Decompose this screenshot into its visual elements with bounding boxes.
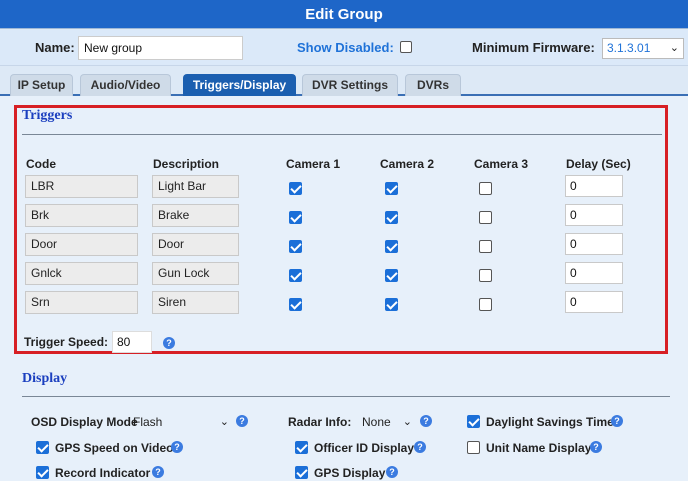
camera-3-checkbox[interactable] — [479, 298, 492, 311]
dialog-title: Edit Group — [0, 0, 688, 29]
daylight-savings-checkbox[interactable] — [467, 415, 480, 428]
min-firmware-value: 3.1.3.01 — [607, 41, 651, 55]
osd-display-mode-select[interactable]: Flash ⌄ — [132, 413, 230, 432]
camera-1-checkbox[interactable] — [289, 269, 302, 282]
osd-display-mode-label: OSD Display Mode — [31, 415, 138, 429]
help-icon[interactable]: ? — [420, 415, 432, 427]
radar-info-value: None — [362, 415, 391, 429]
gps-display-checkbox[interactable] — [295, 466, 308, 479]
delay-input[interactable]: 0 — [565, 291, 623, 313]
trigger-description-field: Light Bar — [152, 175, 239, 198]
help-icon[interactable]: ? — [236, 415, 248, 427]
name-label: Name: — [35, 40, 75, 55]
trigger-description-field: Siren — [152, 291, 239, 314]
chevron-down-icon: ⌄ — [219, 416, 229, 428]
trigger-speed-input[interactable]: 80 — [112, 331, 152, 353]
camera-3-checkbox[interactable] — [479, 269, 492, 282]
triggers-highlight-box — [14, 105, 668, 354]
trigger-code-field: Door — [25, 233, 138, 256]
min-firmware-label: Minimum Firmware: — [472, 40, 595, 55]
record-indicator-label: Record Indicator — [55, 466, 151, 480]
col-camera-3: Camera 3 — [474, 157, 529, 171]
col-delay: Delay (Sec) — [566, 157, 631, 171]
show-disabled-checkbox[interactable] — [399, 41, 412, 53]
col-camera-2: Camera 2 — [380, 157, 435, 171]
group-header-row: Name: Show Disabled: Minimum Firmware: 3… — [0, 30, 688, 66]
officer-id-label: Officer ID Display — [314, 441, 415, 455]
camera-2-checkbox[interactable] — [385, 211, 398, 224]
trigger-code-field: Srn — [25, 291, 138, 314]
camera-2-checkbox[interactable] — [385, 182, 398, 195]
tab-dvr-settings[interactable]: DVR Settings — [302, 74, 398, 96]
show-disabled-label: Show Disabled: — [297, 40, 394, 55]
camera-3-checkbox[interactable] — [479, 182, 492, 195]
tab-triggers-display[interactable]: Triggers/Display — [183, 74, 296, 96]
min-firmware-select[interactable]: 3.1.3.01 ⌄ — [602, 38, 684, 59]
col-description: Description — [153, 157, 220, 171]
camera-1-checkbox[interactable] — [289, 182, 302, 195]
display-section-title: Display — [22, 371, 68, 386]
radar-info-select[interactable]: None ⌄ — [361, 413, 413, 432]
daylight-savings-label: Daylight Savings Time — [486, 415, 614, 429]
gps-speed-checkbox[interactable] — [36, 441, 49, 454]
help-icon[interactable]: ? — [163, 337, 175, 349]
camera-3-checkbox[interactable] — [479, 240, 492, 253]
help-icon[interactable]: ? — [171, 441, 183, 453]
camera-2-checkbox[interactable] — [385, 298, 398, 311]
tab-audio-video[interactable]: Audio/Video — [80, 74, 171, 96]
chevron-down-icon: ⌄ — [669, 42, 679, 54]
delay-input[interactable]: 0 — [565, 262, 623, 284]
gps-speed-label: GPS Speed on Video — [55, 441, 174, 455]
radar-info-label: Radar Info: — [288, 415, 352, 429]
camera-1-checkbox[interactable] — [289, 211, 302, 224]
col-code: Code — [26, 157, 56, 171]
unit-name-label: Unit Name Display — [486, 441, 592, 455]
trigger-description-field: Brake — [152, 204, 239, 227]
camera-3-checkbox[interactable] — [479, 211, 492, 224]
officer-id-checkbox[interactable] — [295, 441, 308, 454]
name-input[interactable] — [78, 36, 243, 60]
trigger-speed-label: Trigger Speed: — [24, 335, 109, 349]
delay-input[interactable]: 0 — [565, 233, 623, 255]
trigger-description-field: Door — [152, 233, 239, 256]
tab-dvrs[interactable]: DVRs — [405, 74, 461, 96]
camera-2-checkbox[interactable] — [385, 269, 398, 282]
gps-display-label: GPS Display — [314, 466, 386, 480]
help-icon[interactable]: ? — [414, 441, 426, 453]
tab-bar: IP Setup Audio/Video Triggers/Display DV… — [0, 67, 688, 96]
tab-ip-setup[interactable]: IP Setup — [10, 74, 73, 96]
triggers-divider — [22, 134, 662, 135]
record-indicator-checkbox[interactable] — [36, 466, 49, 479]
delay-input[interactable]: 0 — [565, 204, 623, 226]
trigger-code-field: Brk — [25, 204, 138, 227]
help-icon[interactable]: ? — [152, 466, 164, 478]
osd-display-mode-value: Flash — [133, 415, 163, 429]
col-camera-1: Camera 1 — [286, 157, 341, 171]
trigger-code-field: LBR — [25, 175, 138, 198]
help-icon[interactable]: ? — [590, 441, 602, 453]
unit-name-checkbox[interactable] — [467, 441, 480, 454]
chevron-down-icon: ⌄ — [402, 416, 412, 428]
camera-2-checkbox[interactable] — [385, 240, 398, 253]
display-divider — [22, 396, 670, 397]
help-icon[interactable]: ? — [386, 466, 398, 478]
show-disabled-toggle[interactable]: Show Disabled: — [297, 40, 412, 55]
delay-input[interactable]: 0 — [565, 175, 623, 197]
triggers-section-title: Triggers — [22, 108, 73, 123]
camera-1-checkbox[interactable] — [289, 240, 302, 253]
camera-1-checkbox[interactable] — [289, 298, 302, 311]
trigger-code-field: Gnlck — [25, 262, 138, 285]
help-icon[interactable]: ? — [611, 415, 623, 427]
trigger-description-field: Gun Lock — [152, 262, 239, 285]
